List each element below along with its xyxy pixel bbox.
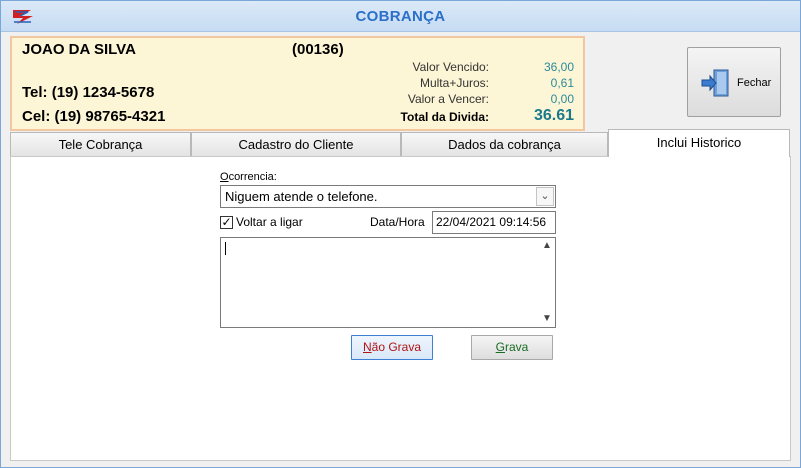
voltar-a-ligar-checkbox[interactable]: ✓ bbox=[220, 216, 233, 229]
client-code: (00136) bbox=[292, 41, 344, 58]
scroll-down-icon[interactable]: ▼ bbox=[539, 311, 555, 327]
historico-textarea[interactable]: ▲ ▼ bbox=[220, 237, 556, 328]
fechar-button[interactable]: Fechar bbox=[687, 47, 781, 117]
tab-tele-cobranca[interactable]: Tele Cobrança bbox=[10, 132, 191, 157]
ocorrencia-label-rest: correncia: bbox=[228, 171, 277, 183]
scroll-up-icon[interactable]: ▲ bbox=[539, 238, 555, 254]
chevron-down-icon[interactable]: ⌄ bbox=[536, 187, 554, 206]
client-phone: Tel: (19) 1234-5678 bbox=[22, 84, 155, 101]
grava-accel: G bbox=[495, 340, 505, 354]
nao-grava-rest: ão Grava bbox=[371, 340, 422, 354]
total-label: Total da Divida: bbox=[400, 110, 489, 124]
client-cellphone: Cel: (19) 98765-4321 bbox=[22, 108, 166, 125]
text-caret bbox=[225, 242, 226, 255]
amount-row-vencido: Valor Vencido: 36,00 bbox=[372, 60, 577, 76]
cobranca-window: COBRANÇA JOAO DA SILVA (00136) Tel: (19)… bbox=[0, 0, 801, 468]
datahora-field[interactable]: 22/04/2021 09:14:56 bbox=[432, 211, 556, 234]
total-value: 36.61 bbox=[533, 107, 574, 124]
datahora-label: Data/Hora bbox=[370, 215, 425, 229]
ocorrencia-label: Ocorrencia: bbox=[220, 171, 277, 183]
grava-button[interactable]: Grava bbox=[471, 335, 553, 360]
ocorrencia-select[interactable]: Niguem atende o telefone. ⌄ bbox=[220, 185, 556, 208]
tab-dados-cobranca[interactable]: Dados da cobrança bbox=[401, 132, 608, 157]
grava-rest: rava bbox=[505, 340, 529, 354]
tab-bar: Tele Cobrança Cadastro do Cliente Dados … bbox=[10, 129, 791, 157]
multa-label: Multa+Juros: bbox=[419, 76, 489, 90]
nao-grava-accel: N bbox=[362, 340, 372, 354]
fechar-label: Fechar bbox=[737, 77, 772, 89]
voltar-a-ligar-label[interactable]: Voltar a ligar bbox=[236, 215, 303, 229]
amount-row-total: Total da Divida: 36.61 bbox=[372, 107, 577, 126]
ocorrencia-selected-value: Niguem atende o telefone. bbox=[225, 189, 378, 204]
a-vencer-label: Valor a Vencer: bbox=[407, 92, 489, 106]
nao-grava-button[interactable]: Não Grava bbox=[351, 335, 433, 360]
historico-panel: Ocorrencia: Niguem atende o telefone. ⌄ … bbox=[10, 156, 791, 461]
amount-row-multa: Multa+Juros: 0,61 bbox=[372, 76, 577, 92]
memo-scrollbar[interactable]: ▲ ▼ bbox=[539, 238, 555, 327]
amount-row-a-vencer: Valor a Vencer: 0,00 bbox=[372, 92, 577, 108]
title-bar: COBRANÇA bbox=[1, 1, 800, 32]
client-info-panel: JOAO DA SILVA (00136) Tel: (19) 1234-567… bbox=[10, 36, 585, 131]
exit-door-icon bbox=[701, 69, 729, 97]
ocorrencia-label-accel: O bbox=[220, 171, 229, 183]
a-vencer-value: 0,00 bbox=[550, 92, 574, 106]
vencido-value: 36,00 bbox=[543, 60, 574, 74]
vencido-label: Valor Vencido: bbox=[412, 60, 490, 74]
multa-value: 0,61 bbox=[550, 76, 574, 90]
window-title: COBRANÇA bbox=[355, 8, 446, 25]
tab-cadastro-cliente[interactable]: Cadastro do Cliente bbox=[191, 132, 401, 157]
tab-inclui-historico[interactable]: Inclui Historico bbox=[608, 129, 790, 157]
client-name: JOAO DA SILVA bbox=[22, 41, 136, 58]
